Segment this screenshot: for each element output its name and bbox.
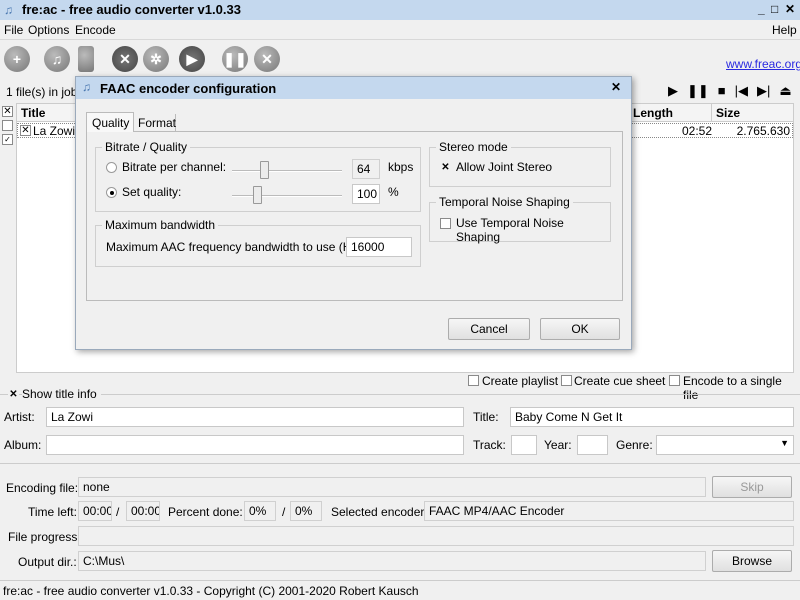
quality-slider[interactable] <box>232 195 342 197</box>
joint-stereo-checkbox[interactable]: ✕ <box>440 162 451 173</box>
cancel-button[interactable]: Cancel <box>448 318 530 340</box>
percent-total: 0% <box>290 501 322 521</box>
clear-icon[interactable] <box>78 46 94 72</box>
select-none-checkbox[interactable] <box>2 120 13 131</box>
select-all-checkbox[interactable]: ✕ <box>2 106 13 117</box>
dialog-title: FAAC encoder configuration <box>100 81 277 96</box>
bitrate-slider[interactable] <box>232 170 342 172</box>
app-icon: ♫ <box>82 80 91 94</box>
column-title[interactable]: Title <box>21 106 45 120</box>
menu-help[interactable]: Help <box>772 23 797 37</box>
row-checkbox[interactable]: ✕ <box>20 125 31 136</box>
output-dir: C:\Mus\ <box>78 551 706 571</box>
menu-file[interactable]: File <box>4 23 23 37</box>
dialog-close-button[interactable]: ✕ <box>611 80 621 94</box>
file-progress-bar <box>78 526 794 546</box>
ok-button[interactable]: OK <box>540 318 620 340</box>
toggle-selection-checkbox[interactable]: ✓ <box>2 134 13 145</box>
add-cd-icon[interactable]: ♫ <box>44 46 70 72</box>
tab-format[interactable]: Format <box>134 114 176 132</box>
website-link[interactable]: www.freac.org <box>726 57 800 71</box>
quality-radio[interactable] <box>106 187 117 198</box>
show-title-info-checkbox[interactable]: ✕ <box>8 389 19 400</box>
skip-button[interactable]: Skip <box>712 476 792 498</box>
bitrate-value: 64 <box>352 159 380 179</box>
time-total: 00:00 <box>126 501 160 521</box>
menu-options[interactable]: Options <box>28 23 69 37</box>
title-input[interactable]: Baby Come N Get It <box>510 407 794 427</box>
create-cue-checkbox[interactable] <box>561 375 572 386</box>
tab-quality[interactable]: Quality <box>86 112 134 132</box>
quality-value[interactable]: 100 <box>352 184 380 204</box>
time-left: 00:00 <box>78 501 112 521</box>
play-icon[interactable]: ▶ <box>668 83 678 99</box>
stop-icon[interactable]: ■ <box>718 83 726 99</box>
player-controls: ▶ ❚❚ ■ |◀ ▶| ⏏ <box>668 83 792 99</box>
year-input[interactable] <box>577 435 608 455</box>
create-playlist-checkbox[interactable] <box>468 375 479 386</box>
column-size[interactable]: Size <box>711 104 744 122</box>
title-bar: ♫ fre:ac - free audio converter v1.0.33 … <box>0 0 800 20</box>
tns-group: Temporal Noise Shaping Use Temporal Nois… <box>429 195 611 244</box>
genre-select[interactable]: ▼ <box>656 435 794 455</box>
stop-icon[interactable]: ✕ <box>254 46 280 72</box>
previous-icon[interactable]: |◀ <box>735 83 748 99</box>
dialog-title-bar: ♫ FAAC encoder configuration ✕ <box>76 77 631 99</box>
tools-icon[interactable]: ✕ <box>112 46 138 72</box>
app-icon: ♫ <box>4 3 13 17</box>
title-info-divider <box>0 394 800 395</box>
bitrate-slider-thumb[interactable] <box>260 161 269 179</box>
album-input[interactable] <box>46 435 464 455</box>
divider <box>0 463 800 464</box>
status-bar: fre:ac - free audio converter v1.0.33 - … <box>0 580 800 600</box>
stereo-group: Stereo mode ✕ Allow Joint Stereo <box>429 140 611 187</box>
encoding-file: none <box>78 477 706 497</box>
selected-encoder: FAAC MP4/AAC Encoder <box>424 501 794 521</box>
menu-encode[interactable]: Encode <box>75 23 116 37</box>
bandwidth-group: Maximum bandwidth Maximum AAC frequency … <box>95 218 421 267</box>
joblist-count: 1 file(s) in jobli <box>6 85 83 99</box>
window-title: fre:ac - free audio converter v1.0.33 <box>22 2 241 17</box>
menu-bar: File Options Encode Help <box>0 20 800 40</box>
artist-input[interactable]: La Zowi <box>46 407 464 427</box>
eject-icon[interactable]: ⏏ <box>779 83 791 99</box>
track-input[interactable] <box>511 435 537 455</box>
config-icon[interactable]: ✲ <box>143 46 169 72</box>
pause-icon[interactable]: ❚❚ <box>687 83 709 99</box>
tns-checkbox[interactable] <box>440 218 451 229</box>
add-files-icon[interactable]: + <box>4 46 30 72</box>
faac-config-dialog: ♫ FAAC encoder configuration ✕ Quality F… <box>75 76 632 350</box>
quality-slider-thumb[interactable] <box>253 186 262 204</box>
column-length[interactable]: Length <box>633 106 673 120</box>
tab-panel: Bitrate / Quality Bitrate per channel: 6… <box>86 131 623 301</box>
single-file-checkbox[interactable] <box>669 375 680 386</box>
pause-icon[interactable]: ❚❚ <box>222 46 248 72</box>
play-icon[interactable]: ▶ <box>179 46 205 72</box>
maximize-button[interactable]: □ <box>771 2 778 16</box>
minimize-button[interactable]: _ <box>758 2 765 16</box>
bitrate-group: Bitrate / Quality Bitrate per channel: 6… <box>95 140 421 212</box>
chevron-down-icon: ▼ <box>780 438 789 448</box>
bandwidth-input[interactable]: 16000 <box>346 237 412 257</box>
next-icon[interactable]: ▶| <box>757 83 770 99</box>
close-button[interactable]: ✕ <box>785 2 795 16</box>
browse-button[interactable]: Browse <box>712 550 792 572</box>
percent-done: 0% <box>244 501 276 521</box>
bitrate-radio[interactable] <box>106 162 117 173</box>
